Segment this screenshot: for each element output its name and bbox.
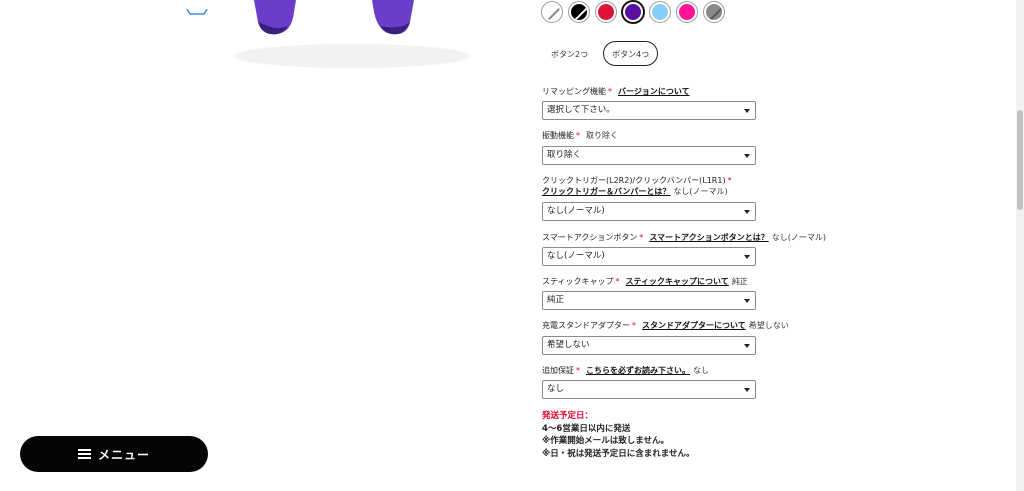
scrollbar-thumb[interactable] (1017, 110, 1023, 210)
select-value: なし(ノーマル) (547, 206, 605, 216)
selected-value-note: なし(ノーマル) (771, 233, 826, 242)
charging-stand-select[interactable]: 希望しない (542, 336, 756, 355)
select-value: なし(ノーマル) (547, 251, 605, 261)
warranty-read-link[interactable]: こちらを必ずお読み下さい。 (586, 366, 690, 375)
smart-action-info-link[interactable]: スマートアクションボタンとは？ (649, 233, 768, 242)
shipping-line: ※日・祝は発送予定日に含まれません。 (542, 448, 695, 459)
shipping-line: 4〜6営業日以内に発送 (542, 423, 631, 434)
remapping-select[interactable]: 選択して下さい。 (542, 101, 756, 120)
shipping-title: 発送予定日： (542, 411, 594, 421)
color-swatches (542, 2, 724, 22)
required-mark: * (576, 131, 580, 140)
selected-value-note: 取り除く (586, 131, 618, 140)
swatch-red[interactable] (596, 2, 616, 22)
page-scrollbar[interactable] (1016, 0, 1024, 491)
select-value: 選択して下さい。 (547, 105, 615, 115)
swatch-light-blue[interactable] (650, 2, 670, 22)
select-value: 純正 (547, 295, 565, 305)
field-label-charging-stand: 充電スタンドアダプター * スタンドアダプターについて 希望しない (542, 320, 789, 332)
menu-label: メニュー (97, 447, 150, 462)
swatch-clear[interactable] (542, 2, 562, 22)
select-value: 取り除く (547, 150, 582, 160)
field-label-text: 振動機能 (542, 131, 574, 140)
selected-value-note: なし(ノーマル) (673, 187, 728, 196)
field-sublabel-click-trigger: クリックトリガー＆バンパーとは？ なし(ノーマル) (542, 186, 728, 198)
shipping-line: ※作業開始メールは致しません。 (542, 436, 670, 446)
select-value: 希望しない (547, 340, 590, 350)
required-mark: * (727, 176, 732, 185)
required-mark: * (632, 321, 636, 330)
field-label-text: スティックキャップ (542, 277, 614, 286)
product-image (232, 0, 472, 70)
field-label-text: 充電スタンドアダプター (542, 321, 630, 330)
field-label-text: クリックトリガー(L2R2)/クリックバンパー(L1R1) (542, 176, 726, 185)
field-label-warranty: 追加保証 * こちらを必ずお読み下さい。 なし (542, 365, 709, 377)
field-label-stick-cap: スティックキャップ * スティックキャップについて 純正 (542, 276, 748, 288)
field-label-vibration: 振動機能 * 取り除く (542, 130, 618, 142)
click-trigger-info-link[interactable]: クリックトリガー＆バンパーとは？ (542, 187, 670, 196)
caret-down-icon (744, 299, 750, 303)
field-label-remapping: リマッピング機能 * バージョンについて (542, 86, 693, 98)
field-label-text: 追加保証 (542, 366, 574, 375)
caret-down-icon (744, 344, 750, 348)
hamburger-icon (77, 449, 91, 459)
caret-down-icon (744, 255, 750, 259)
required-mark: * (615, 277, 620, 286)
caret-down-icon (744, 154, 750, 158)
stick-cap-select[interactable]: 純正 (542, 291, 756, 310)
swatch-gray[interactable] (704, 2, 724, 22)
field-label-text: スマートアクションボタン (542, 233, 638, 242)
select-value: なし (547, 384, 565, 394)
version-info-link[interactable]: バージョンについて (618, 87, 690, 96)
shipping-info: 発送予定日： 4〜6営業日以内に発送 ※作業開始メールは致しません。 ※日・祝は… (542, 410, 695, 460)
caret-down-icon (744, 109, 750, 113)
click-trigger-select[interactable]: なし(ノーマル) (542, 202, 756, 221)
option-two-buttons[interactable]: ボタン2つ (542, 41, 598, 66)
swatch-pink[interactable] (677, 2, 697, 22)
selected-value-note: 純正 (731, 277, 748, 286)
required-mark: * (639, 233, 644, 242)
caret-down-icon (744, 210, 750, 214)
stand-adapter-info-link[interactable]: スタンドアダプターについて (642, 321, 746, 330)
button-count-options: ボタン2つ ボタン4つ (542, 41, 659, 66)
caret-down-icon (744, 388, 750, 392)
selected-value-note: 希望しない (748, 321, 789, 330)
vibration-select[interactable]: 取り除く (542, 146, 756, 165)
smart-action-select[interactable]: なし(ノーマル) (542, 247, 756, 266)
option-four-buttons[interactable]: ボタン4つ (603, 41, 659, 66)
menu-button[interactable]: メニュー (20, 436, 208, 472)
warranty-select[interactable]: なし (542, 380, 756, 399)
selected-value-note: なし (693, 366, 709, 375)
stick-cap-info-link[interactable]: スティックキャップについて (626, 277, 729, 286)
thumbnail-icon[interactable] (184, 0, 210, 15)
swatch-purple[interactable] (623, 2, 643, 22)
field-label-text: リマッピング機能 (542, 87, 606, 96)
required-mark: * (576, 366, 580, 375)
required-mark: * (608, 87, 612, 96)
field-label-smart-action: スマートアクションボタン * スマートアクションボタンとは？ なし(ノーマル) (542, 232, 826, 244)
swatch-black[interactable] (569, 2, 589, 22)
